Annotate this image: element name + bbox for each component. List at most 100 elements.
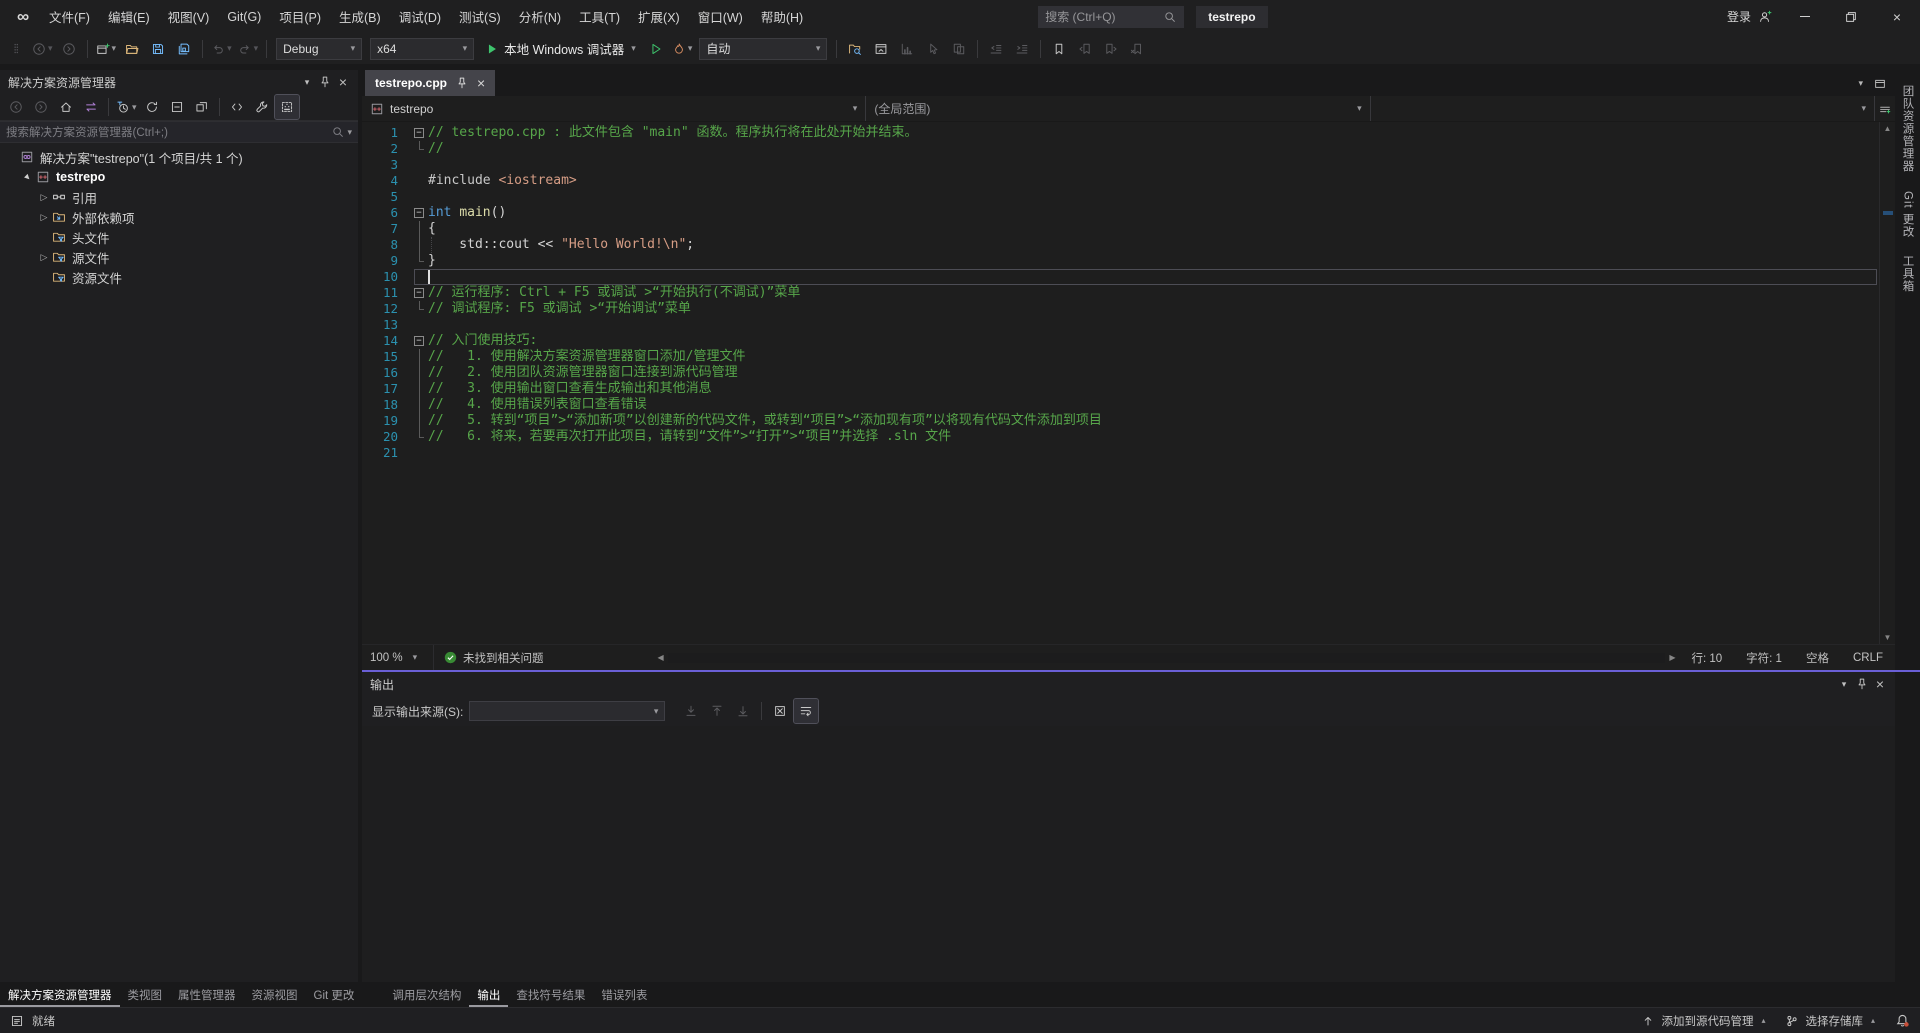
tree-item-references[interactable]: ▷引用 — [0, 187, 358, 207]
search-input[interactable]: 搜索 (Ctrl+Q) — [1038, 6, 1184, 28]
close-button[interactable]: × — [1874, 0, 1920, 33]
code-line-21[interactable]: 21 — [362, 445, 1879, 461]
member-dropdown[interactable]: ▾ — [1371, 96, 1875, 121]
code-line-6[interactable]: 6−int main() — [362, 205, 1879, 221]
open-file-button[interactable] — [120, 37, 144, 61]
code-line-8[interactable]: 8 std::cout << "Hello World!\n"; — [362, 237, 1879, 253]
line-number[interactable]: 13 — [362, 317, 412, 333]
select-repository-button[interactable]: 选择存储库 ▴ — [1785, 1013, 1875, 1029]
decrease-line-indent-button[interactable] — [984, 37, 1008, 61]
toggle-word-wrap-button[interactable] — [794, 699, 818, 723]
toolbar-grip[interactable] — [4, 37, 28, 61]
collapse-arrow-icon[interactable]: ▸ — [20, 172, 36, 183]
horizontal-scrollbar-track[interactable] — [668, 653, 1666, 663]
undo-button[interactable]: ▾ — [209, 37, 234, 61]
dock-tab-git-changes[interactable]: Git 更改 — [306, 982, 363, 1007]
project-dropdown[interactable]: ++ testrepo ▾ — [362, 96, 866, 121]
menu-f[interactable]: 文件(F) — [40, 0, 99, 33]
window-layout-button[interactable] — [869, 37, 893, 61]
pending-changes-filter-button[interactable]: ▾ — [114, 95, 139, 119]
clear-bookmarks-button[interactable] — [1125, 37, 1149, 61]
next-bookmark-button[interactable] — [1099, 37, 1123, 61]
solution-configuration-select[interactable]: Debug▾ — [276, 38, 362, 60]
tree-item-solution[interactable]: 解决方案"testrepo"(1 个项目/共 1 个) — [0, 147, 358, 167]
performance-profiler-button[interactable] — [895, 37, 919, 61]
notifications-bell-icon[interactable] — [1895, 1013, 1910, 1028]
panel-options-button[interactable]: ▾ — [298, 73, 316, 91]
line-number[interactable]: 16 — [362, 365, 412, 381]
solution-explorer-search-input[interactable]: 搜索解决方案资源管理器(Ctrl+;) ▾ — [0, 121, 358, 143]
line-number[interactable]: 8 — [362, 237, 412, 253]
hot-reload-button[interactable]: ▾ — [670, 37, 695, 61]
line-number[interactable]: 10 — [362, 269, 412, 285]
line-number[interactable]: 5 — [362, 189, 412, 205]
line-number[interactable]: 18 — [362, 397, 412, 413]
save-file-button[interactable] — [146, 37, 170, 61]
previous-bookmark-button[interactable] — [1073, 37, 1097, 61]
copy-structure-button[interactable] — [947, 37, 971, 61]
tree-item-source-files[interactable]: ▷源文件 — [0, 247, 358, 267]
scroll-down-icon[interactable]: ▼ — [1884, 633, 1892, 642]
scroll-right-icon[interactable]: ▶ — [1665, 653, 1679, 662]
code-line-11[interactable]: 11−// 运行程序: Ctrl + F5 或调试 >“开始执行(不调试)”菜单 — [362, 285, 1879, 301]
dock-tab-solution-explorer[interactable]: 解决方案资源管理器 — [0, 982, 120, 1007]
line-number[interactable]: 19 — [362, 413, 412, 429]
code-editor[interactable]: 1−// testrepo.cpp : 此文件包含 "main" 函数。程序执行… — [362, 122, 1895, 644]
start-without-debugging-button[interactable] — [644, 37, 668, 61]
add-to-source-control-button[interactable]: 添加到源代码管理 ▴ — [1641, 1013, 1765, 1029]
dock-tab-class-view[interactable]: 类视图 — [120, 982, 171, 1007]
home-scope-button[interactable] — [54, 95, 78, 119]
tree-item-header-files[interactable]: 头文件 — [0, 227, 358, 247]
float-window-icon[interactable] — [1873, 76, 1887, 90]
hot-reload-on-save-select[interactable]: 自动▾ — [699, 38, 827, 60]
line-indicator[interactable]: 行: 10 — [1679, 650, 1734, 666]
column-indicator[interactable]: 字符: 1 — [1734, 650, 1794, 666]
menu-v[interactable]: 视图(V) — [159, 0, 219, 33]
code-line-14[interactable]: 14−// 入门使用技巧: — [362, 333, 1879, 349]
expand-arrow-icon[interactable]: ▷ — [36, 212, 52, 223]
view-code-button[interactable] — [225, 95, 249, 119]
navigate-backward-button[interactable]: ▾ — [30, 37, 55, 61]
panel-options-button[interactable]: ▾ — [1835, 675, 1853, 693]
sign-in-button[interactable]: 登录 — [1717, 8, 1782, 25]
expand-arrow-icon[interactable]: ▷ — [36, 252, 52, 263]
tree-item-resource-files[interactable]: 资源文件 — [0, 267, 358, 287]
close-icon[interactable]: × — [477, 76, 485, 90]
fold-collapse-icon[interactable]: − — [412, 285, 428, 301]
line-number[interactable]: 9 — [362, 253, 412, 269]
menu-p[interactable]: 项目(P) — [270, 0, 330, 33]
start-debugging-button[interactable]: 本地 Windows 调试器▾ — [479, 37, 642, 61]
dock-tab-output[interactable]: 输出 — [469, 982, 508, 1007]
code-line-12[interactable]: 12// 调试程序: F5 或调试 >“开始调试”菜单 — [362, 301, 1879, 317]
code-line-13[interactable]: 13 — [362, 317, 1879, 333]
tree-item-external-dependencies[interactable]: ▷外部依赖项 — [0, 207, 358, 227]
sync-with-active-document-button[interactable] — [190, 95, 214, 119]
redo-button[interactable]: ▾ — [236, 37, 261, 61]
code-line-5[interactable]: 5 — [362, 189, 1879, 205]
scroll-up-icon[interactable]: ▲ — [1884, 124, 1892, 133]
scroll-left-icon[interactable]: ◀ — [654, 653, 668, 662]
dock-tab-property-manager[interactable]: 属性管理器 — [170, 982, 244, 1007]
line-number[interactable]: 21 — [362, 445, 412, 461]
refresh-button[interactable] — [140, 95, 164, 119]
menu-e[interactable]: 编辑(E) — [99, 0, 159, 33]
code-line-1[interactable]: 1−// testrepo.cpp : 此文件包含 "main" 函数。程序执行… — [362, 125, 1879, 141]
code-line-18[interactable]: 18// 4. 使用错误列表窗口查看错误 — [362, 397, 1879, 413]
background-tasks-icon[interactable] — [10, 1014, 24, 1028]
code-line-15[interactable]: 15// 1. 使用解决方案资源管理器窗口添加/管理文件 — [362, 349, 1879, 365]
scope-dropdown[interactable]: (全局范围) ▾ — [866, 96, 1370, 121]
active-files-dropdown-icon[interactable]: ▾ — [1858, 79, 1863, 88]
panel-pin-button[interactable] — [316, 73, 334, 91]
line-number[interactable]: 7 — [362, 221, 412, 237]
solution-platform-select[interactable]: x64▾ — [370, 38, 474, 60]
code-line-7[interactable]: 7{ — [362, 221, 1879, 237]
dock-tab-resource-view[interactable]: 资源视图 — [244, 982, 306, 1007]
line-number[interactable]: 20 — [362, 429, 412, 445]
menu-g[interactable]: Git(G) — [218, 0, 270, 33]
menu-n[interactable]: 分析(N) — [510, 0, 570, 33]
panel-close-button[interactable]: × — [334, 73, 352, 91]
line-number[interactable]: 6 — [362, 205, 412, 221]
autohide-tab-toolbox[interactable]: 工具箱 — [1900, 246, 1916, 302]
vertical-scrollbar[interactable]: ▲ ▼ — [1879, 122, 1895, 644]
fold-collapse-icon[interactable]: − — [412, 125, 428, 141]
